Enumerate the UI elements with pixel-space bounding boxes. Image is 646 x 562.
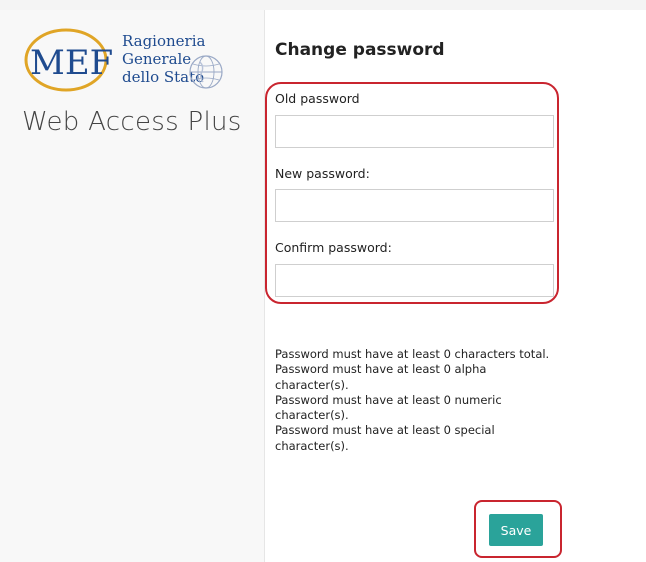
mef-logo-mark: MEF <box>24 28 113 92</box>
app-title: Web Access Plus <box>22 107 242 137</box>
confirm-password-label: Confirm password: <box>275 240 392 255</box>
rule-total-chars: Password must have at least 0 characters… <box>275 347 550 361</box>
mef-logo: MEF Ragioneria Generale dello Stato <box>22 26 232 96</box>
new-password-label: New password: <box>275 166 370 181</box>
old-password-label: Old password <box>275 91 360 106</box>
change-password-page: MEF Ragioneria Generale dello Stato Web … <box>0 0 646 562</box>
old-password-input[interactable] <box>275 115 554 148</box>
rule-special-chars: Password must have at least 0 special ch… <box>275 423 495 453</box>
password-rules: Password must have at least 0 characters… <box>275 347 560 454</box>
save-button[interactable]: Save <box>489 514 543 546</box>
globe-icon <box>189 55 223 89</box>
logo-acronym: MEF <box>30 43 113 83</box>
rule-alpha-chars: Password must have at least 0 alpha char… <box>275 362 487 392</box>
page-title: Change password <box>275 40 445 60</box>
logo-line-1: Ragioneria <box>122 32 206 50</box>
new-password-input[interactable] <box>275 189 554 222</box>
confirm-password-input[interactable] <box>275 264 554 297</box>
top-strip <box>0 0 646 10</box>
rule-numeric-chars: Password must have at least 0 numeric ch… <box>275 392 502 423</box>
